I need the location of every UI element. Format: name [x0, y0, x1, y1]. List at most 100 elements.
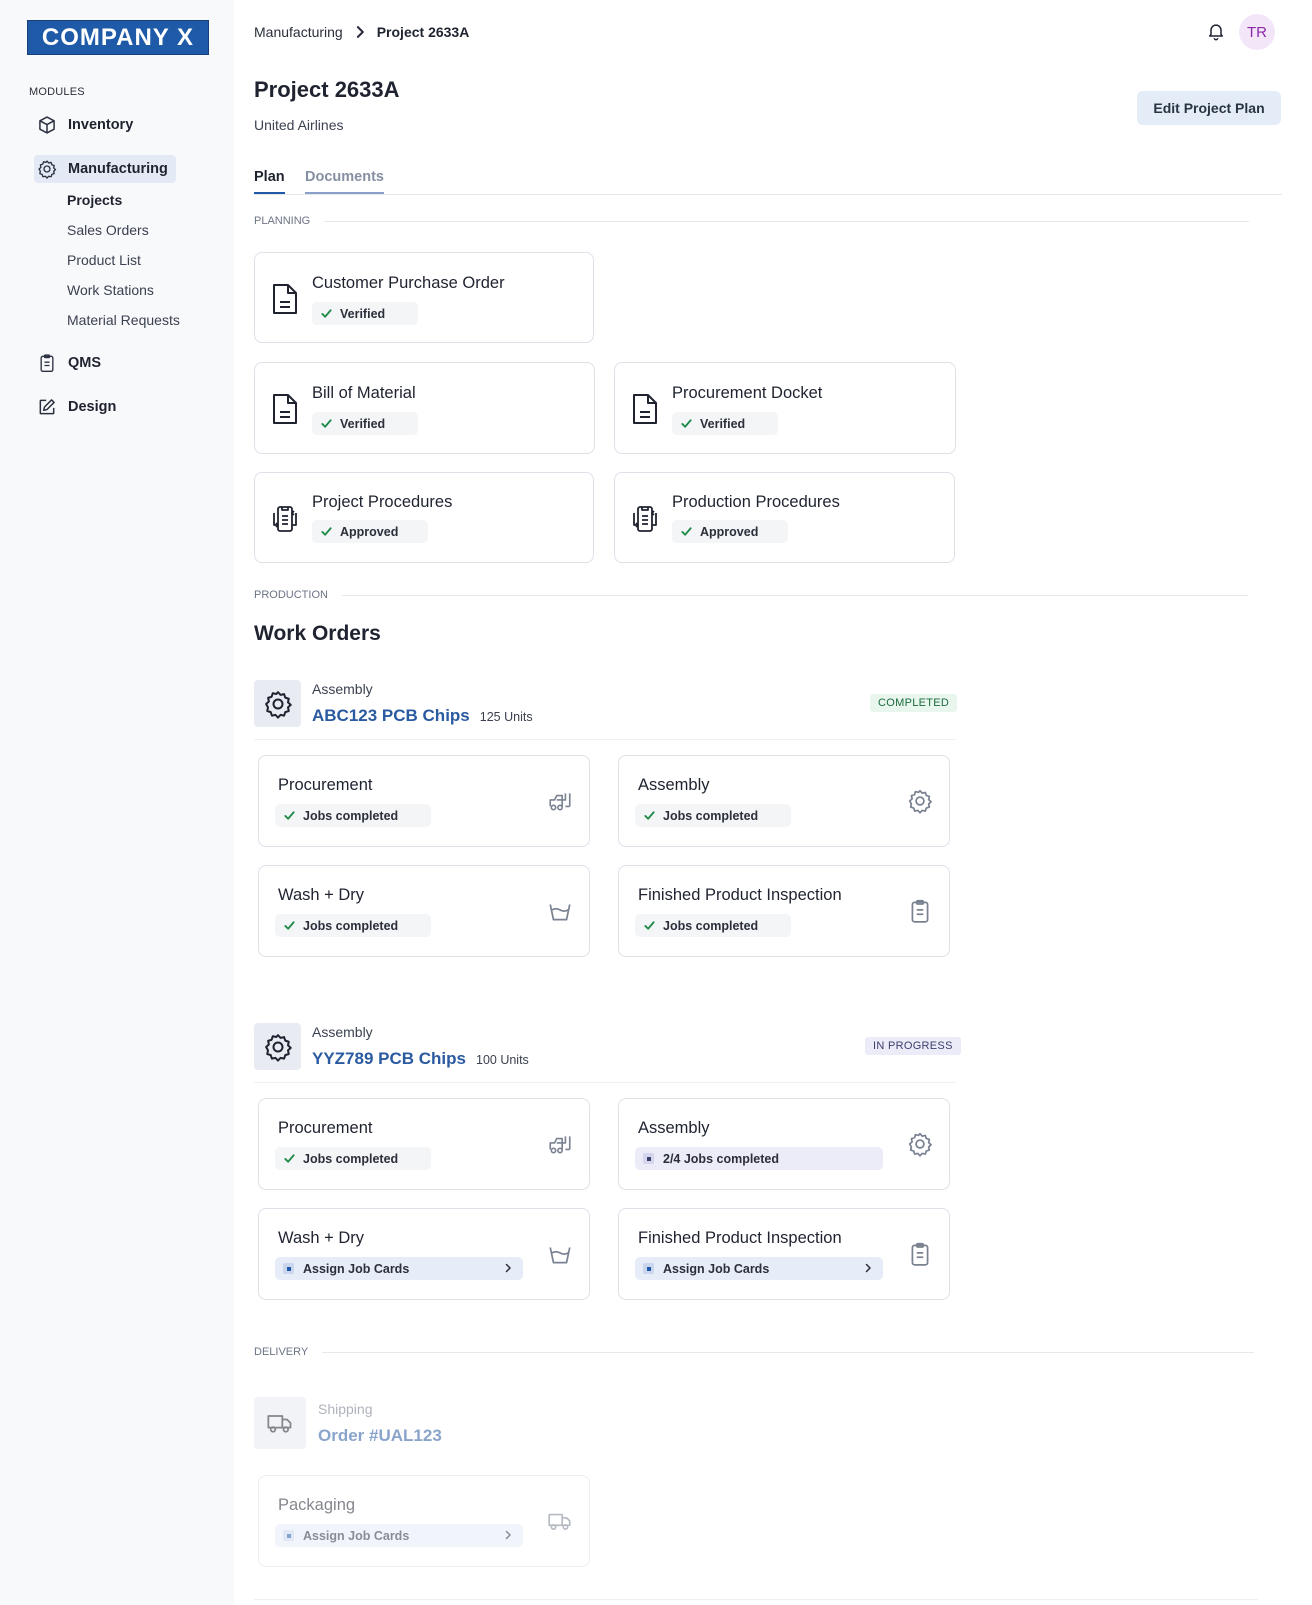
- step-card-finished-product-inspection[interactable]: Finished Product Inspection Assign Job C…: [618, 1208, 950, 1300]
- work-order-title[interactable]: ABC123 PCB Chips 125 Units: [312, 706, 533, 726]
- status-badge: IN PROGRESS: [865, 1037, 961, 1055]
- tab-documents[interactable]: Documents: [305, 169, 384, 194]
- check-icon: [320, 525, 333, 538]
- sidebar-subitem-material-requests[interactable]: Material Requests: [67, 312, 180, 328]
- card-title: Wash + Dry: [278, 886, 365, 904]
- step-card-assembly[interactable]: Assembly Jobs completed: [618, 755, 950, 847]
- plan-card-project-procedures[interactable]: Project Procedures Approved: [254, 472, 594, 563]
- sidebar-item-qms[interactable]: QMS: [34, 349, 109, 377]
- check-icon: [320, 307, 333, 320]
- status-text: Jobs completed: [303, 1151, 399, 1166]
- sidebar-item-design[interactable]: Design: [34, 393, 124, 421]
- check-icon: [283, 809, 296, 822]
- status-badge: Jobs completed: [635, 914, 791, 937]
- step-card-assembly[interactable]: Assembly 2/4 Jobs completed: [618, 1098, 950, 1190]
- status-dot-icon: [283, 1530, 294, 1541]
- company-logo[interactable]: COMPANY X: [27, 20, 209, 55]
- sidebar-item-label: Manufacturing: [68, 161, 168, 177]
- sidebar-subitem-projects[interactable]: Projects: [67, 192, 122, 208]
- status-text: Verified: [700, 416, 746, 431]
- step-card-procurement[interactable]: Procurement Jobs completed: [258, 755, 590, 847]
- sidebar-item-manufacturing[interactable]: Manufacturing: [34, 155, 176, 183]
- work-order-title[interactable]: YYZ789 PCB Chips 100 Units: [312, 1049, 529, 1069]
- procedure-icon: [631, 502, 659, 536]
- chevron-right-icon: [503, 1530, 513, 1540]
- card-title: Wash + Dry: [278, 1229, 365, 1247]
- basin-icon: [547, 898, 573, 924]
- avatar[interactable]: TR: [1239, 14, 1275, 50]
- assign-job-cards-button[interactable]: Assign Job Cards: [635, 1257, 883, 1280]
- check-icon: [680, 417, 693, 430]
- page-title: Project 2633A: [254, 77, 400, 102]
- bottom-divider: [254, 1599, 1258, 1600]
- section-divider: [322, 1351, 1255, 1353]
- plan-card-customer-purchase-order[interactable]: Customer Purchase Order Verified: [254, 252, 594, 343]
- card-title: Project Procedures: [312, 493, 453, 511]
- status-text: 2/4 Jobs completed: [663, 1151, 780, 1166]
- check-icon: [283, 919, 296, 932]
- card-title: Packaging: [278, 1496, 356, 1514]
- work-orders-heading: Work Orders: [254, 622, 381, 645]
- check-icon: [643, 919, 656, 932]
- status-text: Jobs completed: [663, 918, 759, 933]
- forklift-icon: [547, 1131, 573, 1157]
- sidebar-subitem-sales-orders[interactable]: Sales Orders: [67, 222, 149, 238]
- work-order-units: 125 Units: [479, 710, 533, 724]
- sidebar-item-inventory[interactable]: Inventory: [34, 111, 141, 139]
- card-title: Assembly: [638, 776, 710, 794]
- breadcrumb-parent[interactable]: Manufacturing: [254, 24, 343, 40]
- step-card-packaging[interactable]: Packaging Assign Job Cards: [258, 1475, 590, 1567]
- bell-icon[interactable]: [1206, 21, 1226, 41]
- plan-card-bill-of-material[interactable]: Bill of Material Verified: [254, 362, 595, 454]
- status-badge: Approved: [312, 520, 428, 543]
- work-order-units: 100 Units: [476, 1053, 529, 1067]
- forklift-icon: [547, 788, 573, 814]
- status-dot-icon: [643, 1263, 654, 1274]
- sidebar-subitem-work-stations[interactable]: Work Stations: [67, 282, 154, 298]
- document-icon: [271, 282, 299, 316]
- chevron-right-icon: [353, 25, 367, 39]
- sidebar: COMPANY X MODULES Inventory Manufacturin…: [0, 0, 234, 1605]
- work-order-name[interactable]: ABC123 PCB Chips: [312, 706, 470, 725]
- shipping-order-name[interactable]: Order #UAL123: [318, 1426, 442, 1446]
- section-divider: [341, 594, 1248, 596]
- step-card-wash-dry[interactable]: Wash + Dry Jobs completed: [258, 865, 590, 957]
- status-badge: Jobs completed: [275, 914, 431, 937]
- section-label: DELIVERY: [254, 1346, 309, 1358]
- shipping-icon-box: [254, 1397, 306, 1449]
- work-order-divider: [254, 739, 956, 740]
- status-text: Verified: [340, 416, 386, 431]
- page-subtitle: United Airlines: [254, 117, 344, 133]
- progress-badge: 2/4 Jobs completed: [635, 1147, 883, 1170]
- basin-icon: [547, 1241, 573, 1267]
- sidebar-subitem-product-list[interactable]: Product List: [67, 252, 141, 268]
- step-card-wash-dry[interactable]: Wash + Dry Assign Job Cards: [258, 1208, 590, 1300]
- button-label: Assign Job Cards: [303, 1528, 410, 1543]
- assign-job-cards-button[interactable]: Assign Job Cards: [275, 1257, 523, 1280]
- card-title: Procurement: [278, 1119, 373, 1137]
- check-icon: [680, 525, 693, 538]
- breadcrumb-current: Project 2633A: [376, 24, 470, 40]
- chevron-right-icon: [863, 1263, 873, 1273]
- section-label: PLANNING: [254, 215, 311, 227]
- tab-plan[interactable]: Plan: [254, 169, 285, 194]
- clipboard-icon: [907, 898, 933, 924]
- document-icon: [271, 392, 299, 426]
- step-card-finished-product-inspection[interactable]: Finished Product Inspection Jobs complet…: [618, 865, 950, 957]
- status-text: Jobs completed: [303, 808, 399, 823]
- assign-job-cards-button[interactable]: Assign Job Cards: [275, 1524, 523, 1547]
- cube-icon: [39, 116, 55, 134]
- step-card-procurement[interactable]: Procurement Jobs completed: [258, 1098, 590, 1190]
- status-badge: Jobs completed: [635, 804, 791, 827]
- document-icon: [631, 392, 659, 426]
- plan-card-procurement-docket[interactable]: Procurement Docket Verified: [614, 362, 956, 454]
- status-text: Jobs completed: [303, 918, 399, 933]
- plan-card-production-procedures[interactable]: Production Procedures Approved: [614, 472, 955, 563]
- work-order-icon: [254, 1023, 301, 1070]
- production-section-header: PRODUCTION: [254, 589, 1248, 601]
- breadcrumb: Manufacturing Project 2633A: [254, 24, 469, 40]
- gear-icon: [907, 788, 933, 814]
- work-order-name[interactable]: YYZ789 PCB Chips: [312, 1049, 466, 1068]
- check-icon: [283, 1152, 296, 1165]
- edit-project-plan-button[interactable]: Edit Project Plan: [1137, 91, 1281, 125]
